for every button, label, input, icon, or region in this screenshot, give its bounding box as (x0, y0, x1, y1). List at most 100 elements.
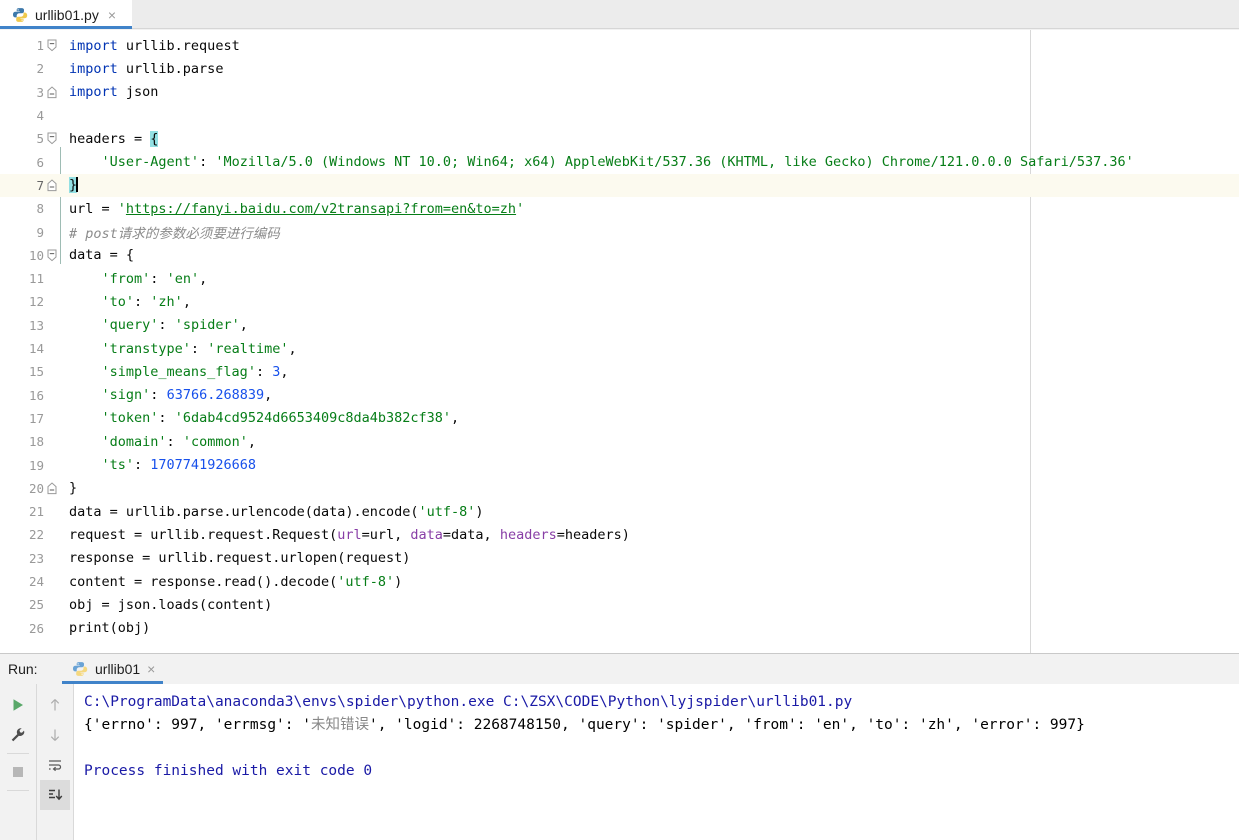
code-line-text: 'sign': 63766.268839, (60, 387, 1239, 403)
code-line[interactable]: 15 'simple_means_flag': 3, (0, 360, 1239, 383)
code-line[interactable]: 23 response = urllib.request.urlopen(requ… (0, 547, 1239, 570)
code-line[interactable]: 4 (0, 104, 1239, 127)
editor-tab-urllib01[interactable]: urllib01.py × (0, 0, 132, 29)
line-number: 7 (36, 177, 44, 193)
line-number: 6 (36, 154, 44, 170)
code-token: ) (394, 573, 403, 590)
python-run-icon (72, 661, 88, 677)
code-line[interactable]: 9 # post请求的参数必须要进行编码 (0, 220, 1239, 243)
run-play-icon[interactable] (3, 690, 33, 720)
line-number: 14 (28, 341, 44, 357)
code-token: : (190, 340, 208, 357)
line-number: 15 (28, 364, 44, 380)
wrench-icon[interactable] (3, 720, 33, 750)
code-token: 'sign' (101, 387, 151, 404)
gutter-spacer (44, 407, 60, 430)
code-line[interactable]: 13 'query': 'spider', (0, 314, 1239, 337)
text-caret (76, 177, 79, 193)
run-console-output[interactable]: C:\ProgramData\anaconda3\envs\spider\pyt… (74, 684, 1239, 840)
editor-tab-label: urllib01.py (35, 6, 99, 23)
code-line[interactable]: 22 request = urllib.request.Request(url=u… (0, 523, 1239, 546)
code-line[interactable]: 12 'to': 'zh', (0, 290, 1239, 313)
code-line[interactable]: 21 data = urllib.parse.urlencode(data).en… (0, 500, 1239, 523)
toolbar-divider (7, 790, 29, 791)
code-line[interactable]: 16 'sign': 63766.268839, (0, 384, 1239, 407)
code-token: ' (117, 200, 126, 217)
code-lines-container[interactable]: 1 import urllib.request 2 import urllib.par… (0, 30, 1239, 653)
code-line[interactable]: 5 headers = { (0, 127, 1239, 150)
gutter-spacer (44, 314, 60, 337)
code-fold-icon[interactable] (44, 81, 60, 104)
close-icon[interactable]: × (147, 662, 155, 676)
code-line-text: import urllib.parse (60, 61, 1239, 77)
code-token: 'query' (101, 317, 159, 334)
gutter-spacer (44, 104, 60, 127)
gutter-spacer (44, 221, 60, 244)
code-line[interactable]: 8 url = 'https://fanyi.baidu.com/v2transa… (0, 197, 1239, 220)
code-line-text: url = 'https://fanyi.baidu.com/v2transap… (60, 201, 1239, 217)
console-text: {'errno': 997, 'errmsg': ' (84, 717, 311, 733)
code-token: 'utf-8' (418, 503, 476, 520)
code-token: 'to' (101, 293, 135, 310)
console-line: C:\ProgramData\anaconda3\envs\spider\pyt… (84, 691, 1239, 714)
line-number: 20 (28, 480, 44, 496)
code-line[interactable]: 18 'domain': 'common', (0, 430, 1239, 453)
code-token: url = (69, 200, 118, 217)
soft-wrap-icon[interactable] (40, 750, 70, 780)
stop-square-icon[interactable] (3, 757, 33, 787)
code-line[interactable]: 10 data = { (0, 244, 1239, 267)
code-line[interactable]: 14 'transtype': 'realtime', (0, 337, 1239, 360)
code-fold-icon[interactable] (44, 34, 60, 57)
code-line[interactable]: 11 'from': 'en', (0, 267, 1239, 290)
line-number: 4 (36, 108, 44, 124)
code-editor[interactable]: 1 import urllib.request 2 import urllib.par… (0, 30, 1239, 653)
code-fold-icon[interactable] (44, 174, 60, 197)
code-line[interactable]: 2 import urllib.parse (0, 57, 1239, 80)
code-line[interactable]: 26 print(obj) (0, 617, 1239, 640)
console-line: {'errno': 997, 'errmsg': '未知错误', 'logid'… (84, 714, 1239, 737)
gutter-spacer (44, 500, 60, 523)
scroll-to-end-icon[interactable] (39, 780, 70, 810)
code-token: 1707741926668 (150, 457, 256, 474)
code-line[interactable]: 1 import urllib.request (0, 34, 1239, 57)
code-token: { (150, 130, 159, 147)
run-tool-window-header: Run: urllib01 × (0, 654, 1239, 684)
code-line-text: obj = json.loads(content) (60, 597, 1239, 613)
code-line-text: 'ts': 1707741926668 (60, 457, 1239, 473)
code-line[interactable]: 20} (0, 477, 1239, 500)
code-token: urllib.parse (117, 60, 224, 77)
close-icon[interactable]: × (106, 8, 116, 22)
code-token: : (255, 363, 273, 380)
code-token: json (117, 84, 159, 101)
code-token: : (150, 270, 167, 287)
line-number: 23 (28, 550, 44, 566)
line-number: 21 (28, 504, 44, 520)
code-token: obj = json.loads(content) (69, 596, 273, 613)
pycharm-window: urllib01.py × 1 import urllib.request 2 imp… (0, 0, 1239, 840)
code-token: 'transtype' (101, 340, 191, 357)
code-line[interactable]: 25 obj = json.loads(content) (0, 593, 1239, 616)
code-token: 'Mozilla/5.0 (Windows NT 10.0; Win64; x6… (215, 154, 1134, 171)
console-text: 未知错误 (310, 717, 369, 733)
run-tab-urllib01[interactable]: urllib01 × (62, 654, 164, 684)
code-line[interactable]: 19 'ts': 1707741926668 (0, 453, 1239, 476)
arrow-up-icon[interactable] (40, 690, 70, 720)
line-number: 1 (36, 38, 44, 54)
code-fold-icon[interactable] (44, 127, 60, 150)
code-fold-icon[interactable] (44, 477, 60, 500)
code-token: content = response.read().decode( (69, 573, 338, 590)
code-fold-icon[interactable] (44, 244, 60, 267)
code-token: : (199, 154, 216, 171)
code-token: , (264, 387, 273, 404)
code-line[interactable]: 17 'token': '6dab4cd9524d6653409c8da4b38… (0, 407, 1239, 430)
code-token: , (280, 363, 289, 380)
code-line[interactable]: 3 import json (0, 81, 1239, 104)
arrow-down-icon[interactable] (40, 720, 70, 750)
code-line[interactable]: 6 'User-Agent': 'Mozilla/5.0 (Windows NT… (0, 151, 1239, 174)
code-token: 'token' (101, 410, 159, 427)
code-line[interactable]: 24 content = response.read().decode('utf-… (0, 570, 1239, 593)
code-line[interactable]: 7} (0, 173, 1239, 198)
